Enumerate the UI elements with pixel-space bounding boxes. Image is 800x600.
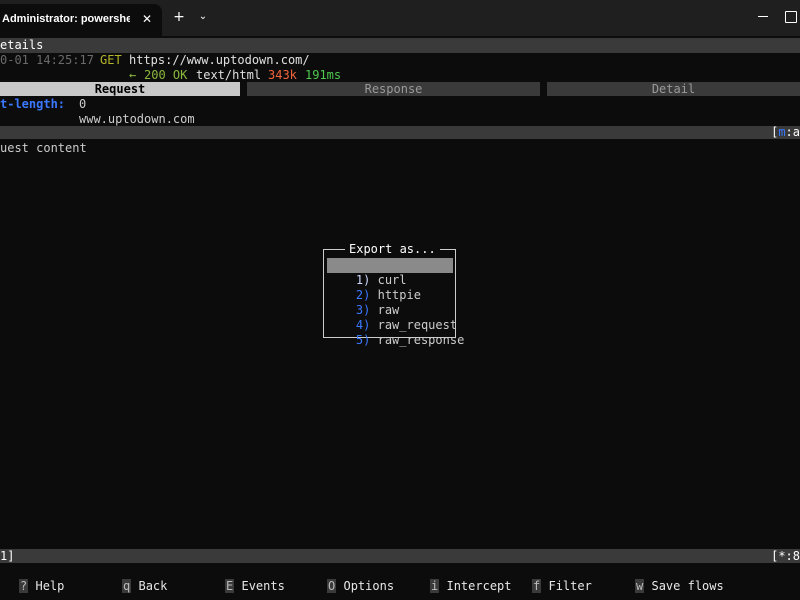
title-bar: Administrator: powershell.exe ✕ + ⌄ (0, 0, 800, 36)
view-mode-key: m (778, 125, 786, 139)
key-label: Intercept (446, 579, 512, 593)
response-arrow-icon: ← (129, 68, 137, 82)
tab-detail[interactable]: Detail (547, 82, 800, 96)
export-option-raw[interactable]: 3) raw (327, 288, 453, 317)
export-option-raw-request[interactable]: 4) raw_request (327, 303, 457, 332)
keybinding-bar: ? Help q Back E Events O Options i Inter… (0, 578, 800, 594)
view-mode-label: :a (785, 125, 800, 139)
bottom-status-bar: 1] [*:8 (0, 549, 800, 563)
flow-size: 343k (268, 68, 297, 82)
key-label: Filter (548, 579, 592, 593)
tab-request[interactable]: Request (0, 82, 240, 96)
maximize-icon[interactable] (780, 6, 800, 26)
export-option-httpie[interactable]: 2) httpie (327, 273, 453, 302)
key-label: Save flows (651, 579, 724, 593)
key-events[interactable]: E Events (225, 578, 285, 594)
listen-indicator: [*:8 (771, 549, 800, 563)
minimize-icon[interactable] (752, 6, 776, 26)
export-dialog-title: Export as... (345, 242, 440, 257)
flow-status: 200 OK (144, 68, 188, 82)
flow-time: 191ms (305, 68, 342, 82)
key-save-flows[interactable]: w Save flows (635, 578, 724, 594)
flow-summary-request: 0-01 14:25:17 GET https://www.uptodown.c… (0, 53, 800, 68)
key-back[interactable]: q Back (122, 578, 167, 594)
flow-index: 1] (0, 549, 15, 563)
key-hint: q (122, 579, 132, 593)
flow-url: https://www.uptodown.com/ (129, 53, 310, 67)
key-help[interactable]: ? Help (19, 578, 64, 594)
content-label: uest content (0, 141, 87, 155)
key-hint: O (327, 579, 337, 593)
key-intercept[interactable]: i Intercept (430, 578, 512, 594)
key-label: Options (343, 579, 395, 593)
key-filter[interactable]: f Filter (532, 578, 592, 594)
key-hint: E (225, 579, 235, 593)
header-name: t-length: (0, 97, 66, 111)
status-separator-bar: [m:a (0, 126, 800, 139)
details-title: etails (0, 38, 44, 52)
key-hint: ? (19, 579, 29, 593)
key-label: Help (35, 579, 65, 593)
option-number: 5) (355, 333, 371, 347)
flow-method: GET (100, 53, 122, 67)
key-hint: f (532, 579, 542, 593)
key-options[interactable]: O Options (327, 578, 394, 594)
key-hint: i (430, 579, 440, 593)
flow-content-type: text/html (196, 68, 262, 82)
terminal-tab[interactable]: Administrator: powershell.exe ✕ (0, 4, 162, 36)
request-content-area: uest content (0, 141, 800, 156)
chevron-down-icon[interactable]: ⌄ (194, 8, 212, 26)
tab-response[interactable]: Response (247, 82, 540, 96)
export-option-curl[interactable]: 1) curl (327, 258, 453, 287)
new-tab-icon[interactable]: + (170, 8, 188, 26)
details-bar: etails (0, 38, 800, 53)
tab-title: Administrator: powershell.exe (2, 13, 130, 25)
option-label: raw_response (377, 333, 465, 347)
flow-timestamp: 0-01 14:25:17 (0, 53, 94, 67)
export-option-raw-response[interactable]: 5) raw_response (327, 318, 464, 347)
close-tab-icon[interactable]: ✕ (138, 10, 156, 28)
key-hint: w (635, 579, 645, 593)
header-row: www.uptodown.com (0, 112, 800, 127)
key-label: Events (241, 579, 285, 593)
export-dialog: Export as... 1) curl 2) httpie 3) raw 4)… (323, 242, 464, 347)
header-row: t-length: 0 (0, 97, 800, 112)
header-value: 0 (79, 97, 87, 111)
flow-summary-response: ← 200 OK text/html 343k 191ms (0, 68, 800, 83)
header-value: www.uptodown.com (79, 112, 195, 126)
view-mode-indicator: [m:a (771, 126, 800, 139)
key-label: Back (138, 579, 168, 593)
